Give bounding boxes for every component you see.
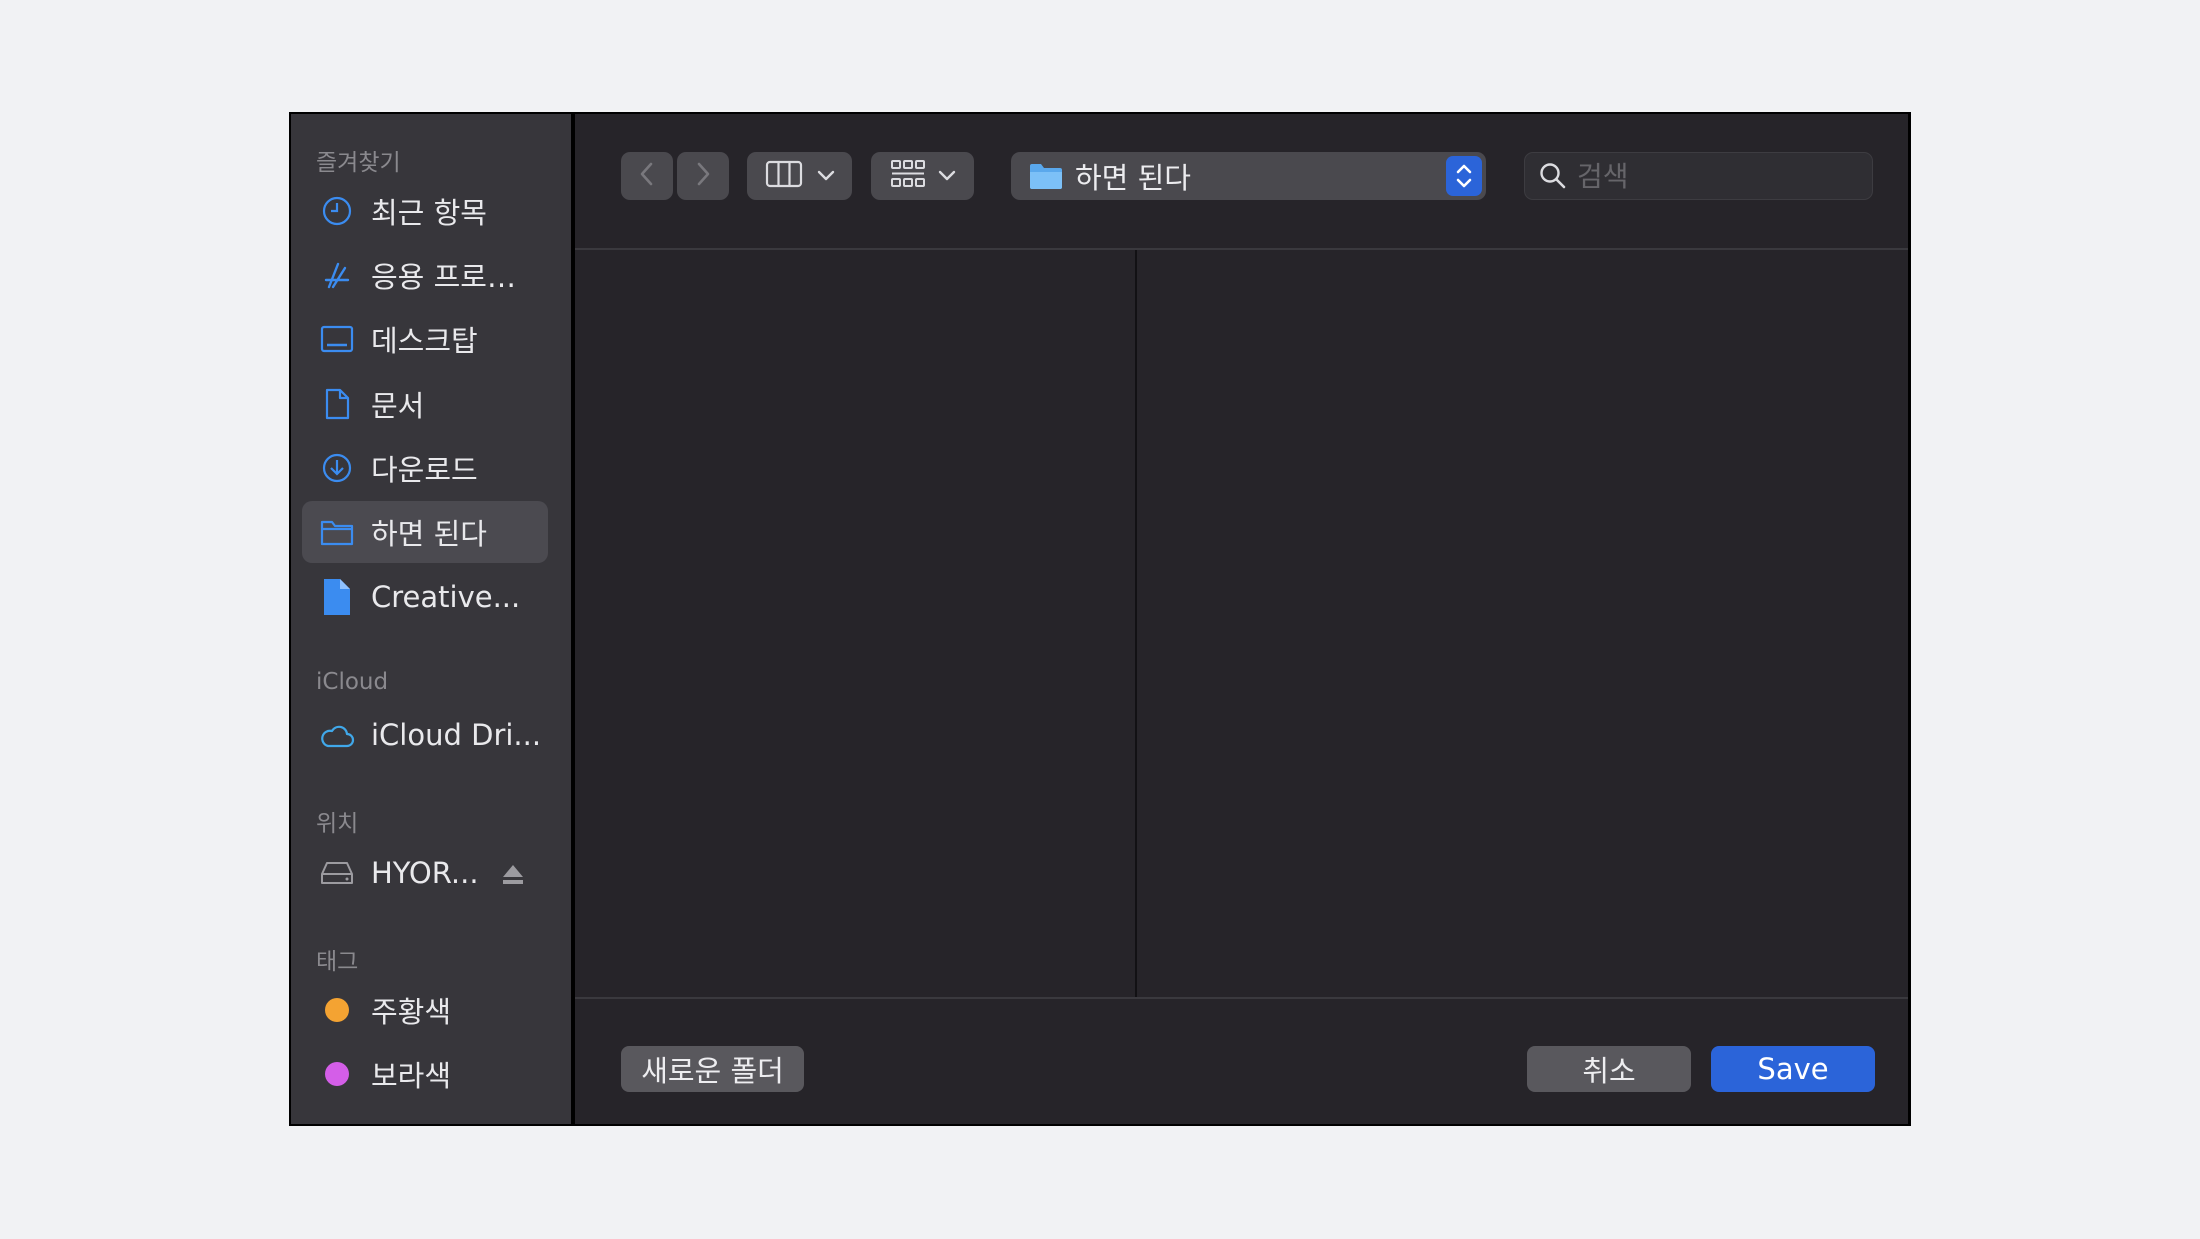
sidebar-section-icloud: iCloud: [316, 669, 389, 695]
sidebar-item-label: 데스크탑: [371, 324, 478, 358]
group-button[interactable]: [871, 152, 974, 200]
sidebar-item-tag-orange[interactable]: 주황색: [302, 979, 548, 1041]
sidebar-item-documents[interactable]: 문서: [302, 373, 548, 435]
sidebar-item-recents[interactable]: 최근 항목: [302, 180, 548, 242]
sidebar-item-label: Creative...: [371, 580, 521, 614]
desktop-icon: [319, 321, 355, 357]
back-button[interactable]: [621, 152, 673, 200]
cloud-icon: [319, 717, 355, 753]
sidebar-item-icloud-drive[interactable]: iCloud Dri...: [302, 704, 548, 766]
file-icon: [319, 579, 355, 615]
toolbar-divider: [575, 248, 1908, 250]
tag-dot-purple: [325, 1062, 349, 1086]
browser-column-2[interactable]: [1137, 251, 1908, 997]
sidebar-item-label: 하면 된다: [371, 517, 487, 551]
sidebar-item-desktop[interactable]: 데스크탑: [302, 308, 548, 370]
grid-group-icon: [890, 159, 926, 193]
search-field[interactable]: [1524, 152, 1873, 200]
sidebar-section-favorites: 즐겨찾기: [316, 150, 401, 176]
new-folder-button[interactable]: 새로운 폴더: [621, 1046, 804, 1092]
location-popup[interactable]: 하면 된다: [1011, 152, 1486, 200]
sidebar-item-label: HYOR...: [371, 856, 479, 890]
sidebar-item-creative[interactable]: Creative...: [302, 566, 548, 628]
chevron-down-icon: [938, 167, 956, 186]
sidebar-item-label: iCloud Dri...: [371, 718, 542, 752]
sidebar-item-tag-purple[interactable]: 보라색: [302, 1043, 548, 1105]
eject-icon[interactable]: [500, 862, 526, 888]
tag-dot-orange: [325, 998, 349, 1022]
view-mode-button[interactable]: [747, 152, 852, 200]
sidebar-item-label: 최근 항목: [371, 196, 487, 230]
chevron-left-icon: [637, 160, 657, 192]
location-label: 하면 된다: [1075, 161, 1191, 195]
sidebar-item-downloads[interactable]: 다운로드: [302, 437, 548, 499]
clock-icon: [319, 193, 355, 229]
drive-icon: [319, 855, 355, 891]
sidebar-section-tags: 태그: [316, 949, 359, 975]
cancel-button[interactable]: 취소: [1527, 1046, 1691, 1092]
forward-button[interactable]: [677, 152, 729, 200]
sidebar-item-label: 보라색: [371, 1059, 452, 1093]
download-icon: [319, 450, 355, 486]
folder-icon: [1029, 162, 1063, 190]
sidebar-item-label: 다운로드: [371, 453, 478, 487]
sidebar-item-folder-selected[interactable]: 하면 된다: [302, 501, 548, 563]
location-stepper-icon: [1446, 156, 1482, 196]
applications-icon: [319, 257, 355, 293]
sidebar-item-applications[interactable]: 응용 프로…: [302, 244, 548, 306]
footer-divider: [575, 997, 1908, 999]
document-icon: [319, 386, 355, 422]
chevron-right-icon: [693, 160, 713, 192]
save-button[interactable]: Save: [1711, 1046, 1875, 1092]
sidebar-item-label: 응용 프로…: [371, 260, 516, 294]
chevron-down-icon: [817, 167, 835, 186]
sidebar-item-label: 주황색: [371, 995, 452, 1029]
sidebar-section-locations: 위치: [316, 811, 359, 837]
columns-view-icon: [765, 160, 803, 192]
search-input[interactable]: [1575, 158, 1849, 194]
folder-icon: [319, 514, 355, 550]
sidebar-item-label: 문서: [371, 389, 425, 423]
search-icon: [1539, 162, 1567, 190]
browser-column-1[interactable]: [575, 251, 1135, 997]
